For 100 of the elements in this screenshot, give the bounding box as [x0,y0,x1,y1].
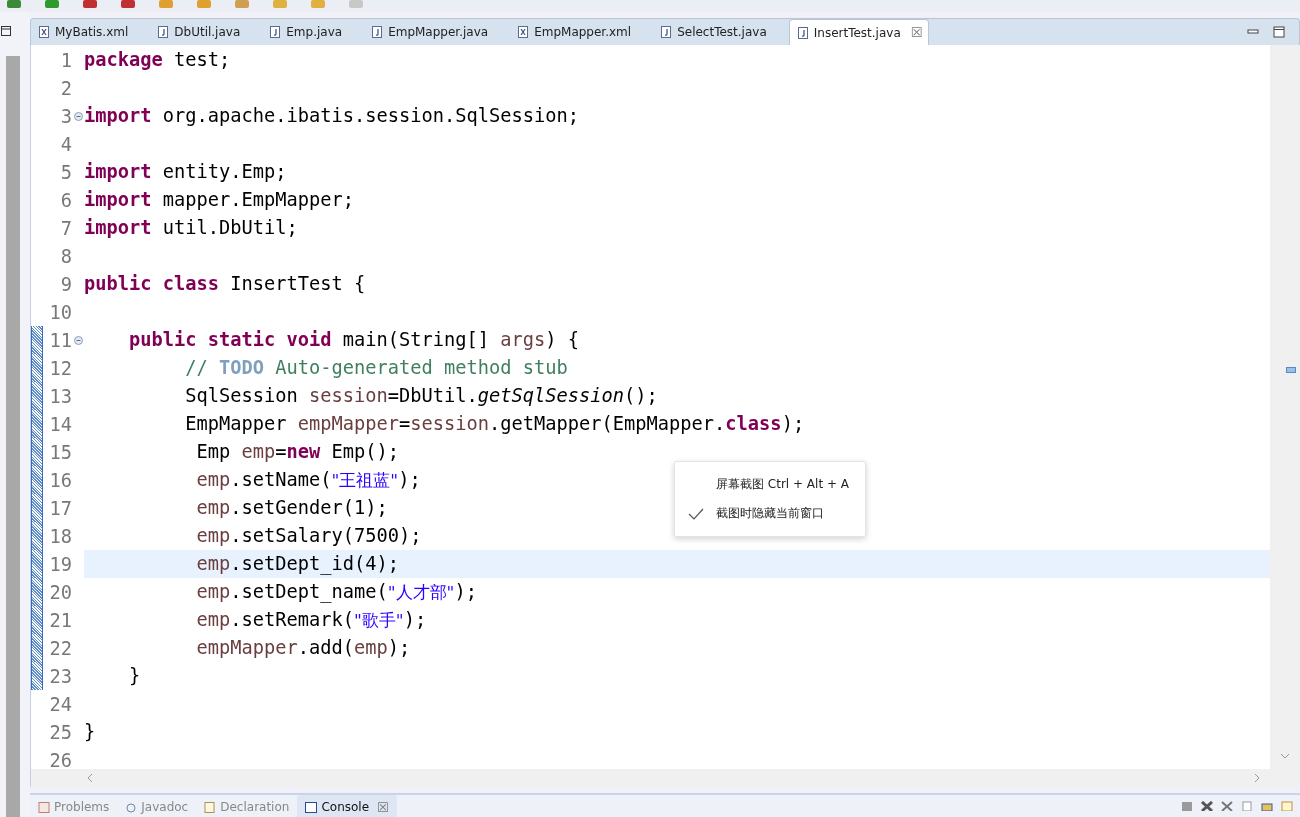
code-text: ) { [545,329,580,350]
variable: session [309,385,388,406]
code-text: Emp [195,441,232,462]
editor-tab[interactable]: EmpMapper.java [364,19,511,45]
line-number: 1 [59,49,72,71]
keyword: package [84,49,163,70]
java-file-icon [797,26,808,39]
toolbar-icon[interactable] [6,0,22,9]
comment: Auto-generated method stub [274,357,568,378]
editor-tab[interactable]: Emp.java [262,19,365,45]
view-tab[interactable]: Console ☒ [297,795,397,817]
at-sign-icon [125,801,138,813]
close-icon[interactable]: ☒ [910,25,923,40]
code-text: test; [173,49,231,70]
scroll-left-icon[interactable] [87,773,93,783]
code-text: entity.Emp; [161,161,287,182]
maximize-icon[interactable] [1273,26,1285,38]
remove-all-icon[interactable] [1220,801,1234,811]
line-number: 24 [48,693,72,715]
line-number: 22 [48,637,72,659]
stop-icon[interactable] [1180,801,1194,811]
scroll-right-icon[interactable] [1254,773,1260,783]
editor-tab[interactable]: InsertTest.java ☒ [788,19,930,45]
comment: // [184,357,209,378]
line-number: 9 [59,273,72,295]
code-text: EmpMapper [184,413,288,434]
keyword: new [286,441,321,462]
variable: empMapper [195,637,298,658]
line-number: 20 [48,581,72,603]
variable: emp [241,441,276,462]
menu-item[interactable]: 截图时隐藏当前窗口 [675,499,865,528]
xml-file-icon [518,26,529,38]
line-number: 5 [59,161,72,183]
line-number: 7 [59,217,72,239]
declaration-icon [204,801,217,813]
line-number: 4 [59,133,72,155]
code-text: =DbUtil. [387,385,478,406]
line-number: 11 [48,329,72,351]
keyword: import [84,189,152,210]
toolbar-icon[interactable] [44,0,60,9]
restore-icon[interactable] [1,26,11,36]
code-text: org.apache.ibatis.session.SqlSession; [161,105,580,126]
line-number: 21 [48,609,72,631]
toolbar-icon[interactable] [234,0,250,9]
keyword: import [84,161,152,182]
variable: emp [195,497,231,518]
code-text: main(String[] [341,329,491,350]
keyword: import [84,217,152,238]
collapse-icon[interactable] [73,111,83,121]
remove-icon[interactable] [1200,801,1214,811]
line-number: 14 [48,413,72,435]
collapse-icon[interactable] [73,335,83,345]
editor-tab[interactable]: MyBatis.xml [31,19,151,45]
editor-tab[interactable]: SelectTest.java [653,19,789,45]
line-number: 2 [59,77,72,99]
code-text: .setDept_id(4); [230,553,400,574]
variable: emp [195,609,231,630]
code-text: .setRemark( [230,609,355,630]
variable: emp [195,581,231,602]
variable: emp [195,553,231,574]
method-name: getSqlSession [477,385,625,406]
code-text: SqlSession [184,385,299,406]
code-text: ); [398,469,421,490]
scroll-down-icon[interactable] [1280,753,1290,759]
line-number: 16 [48,469,72,491]
line-number: 18 [48,525,72,547]
keyword: public static void [128,329,332,350]
line-number: 19 [48,553,72,575]
line-number: 3 [59,105,72,127]
editor-tab[interactable]: EmpMapper.xml [510,19,654,45]
vertical-scrollbar[interactable] [1270,45,1300,769]
toolbar-icon[interactable] [120,0,136,9]
horizontal-scrollbar[interactable] [30,769,1300,787]
editor-tab[interactable]: DbUtil.java [150,19,263,45]
code-text: .setDept_name( [230,581,388,602]
code-text: } [128,665,141,686]
variable: emp [195,469,231,490]
java-file-icon [270,26,281,38]
code-text: Emp(); [330,441,400,462]
code-text: ); [454,581,477,602]
java-file-icon [661,26,672,38]
string-literal: "歌手" [354,610,404,630]
line-number: 26 [48,749,72,771]
line-number: 6 [59,189,72,211]
variable: empMapper [297,413,400,434]
document-icon[interactable] [1240,801,1254,811]
variable: emp [354,637,388,658]
code-text: .getMapper(EmpMapper. [489,413,726,434]
close-icon[interactable]: ☒ [377,799,389,815]
line-number: 8 [59,245,72,267]
java-file-icon [158,26,169,38]
menu-item[interactable]: 屏幕截图 Ctrl + Alt + A [675,470,865,499]
minimize-icon[interactable] [1247,27,1259,37]
toolbar-icon[interactable] [82,0,98,9]
code-text: InsertTest { [229,273,366,294]
string-literal: "人才部" [387,582,455,602]
line-number: 12 [48,357,72,379]
line-number: 15 [48,441,72,463]
code-text: .add( [297,637,355,658]
line-number: 10 [48,301,72,323]
